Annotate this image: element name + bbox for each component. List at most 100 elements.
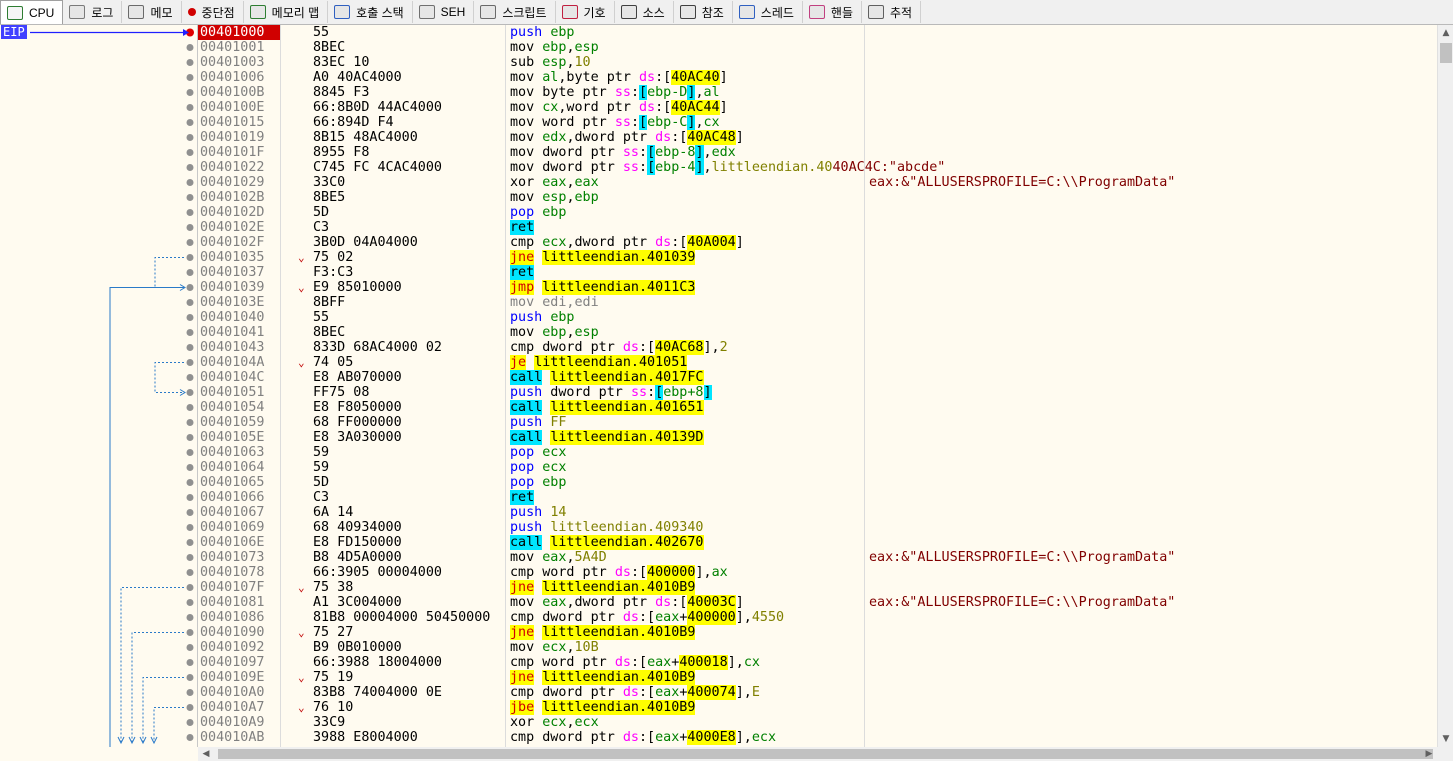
disasm-row[interactable]: 00401029 33C0 xor eax,eax eax:&"ALLUSERSPRO… xyxy=(198,175,1437,190)
bytes-cell: 75 38 xyxy=(313,580,354,595)
disasm-row[interactable]: 00401051 FF75 08 push dword ptr ss:[ebp+8] xyxy=(198,385,1437,400)
row-bullet xyxy=(186,404,194,411)
row-bullet xyxy=(186,599,194,606)
instruction-token: jne xyxy=(510,580,535,595)
instruction-cell: pop ecx xyxy=(510,460,862,475)
disasm-row[interactable]: 00401043 833D 68AC4000 02 cmp dword ptr ds… xyxy=(198,340,1437,355)
tab-threads[interactable]: 스레드 xyxy=(733,1,803,23)
disasm-row[interactable]: 00401037 F3:C3 ret xyxy=(198,265,1437,280)
disasm-row[interactable]: 00401066 C3 ret xyxy=(198,490,1437,505)
disasm-row[interactable]: 0040109E ⌄ 75 19 jne littleendian.4010B9 xyxy=(198,670,1437,685)
disasm-row[interactable]: 00401090 ⌄ 75 27 jne littleendian.4010B9 xyxy=(198,625,1437,640)
instruction-token: :[ xyxy=(655,100,672,115)
row-bullet xyxy=(186,509,194,516)
instruction-cell: mov word ptr ss:[ebp-C],cx xyxy=(510,115,862,130)
vertical-scrollbar[interactable]: ▲ ▼ xyxy=(1437,25,1453,747)
disasm-row[interactable]: 004010A9 33C9 xor ecx,ecx xyxy=(198,715,1437,730)
disassembly-view[interactable]: 00401000 55 push ebp 00401001 8BEC mov ebp,es… xyxy=(198,25,1437,747)
instruction-cell: call littleendian.401651 xyxy=(510,400,862,415)
address-cell: 0040102D xyxy=(200,205,265,220)
disasm-row[interactable]: 0040102B 8BE5 mov esp,ebp xyxy=(198,190,1437,205)
disasm-row[interactable]: 0040102E C3 ret xyxy=(198,220,1437,235)
tab-trace[interactable]: 추적 xyxy=(862,1,922,23)
address-cell: 0040105E xyxy=(200,430,265,445)
disasm-row[interactable]: 0040104C E8 AB070000 call littleendian.401… xyxy=(198,370,1437,385)
disasm-row[interactable]: 004010A7 ⌄ 76 10 jbe littleendian.4010B9 xyxy=(198,700,1437,715)
instruction-token: ], xyxy=(735,685,752,700)
disasm-row[interactable]: 0040100B 8845 F3 mov byte ptr ss:[ebp-D],a… xyxy=(198,85,1437,100)
disasm-row[interactable]: 0040101F 8955 F8 mov dword ptr ss:[ebp-8],… xyxy=(198,145,1437,160)
disasm-row[interactable]: 00401073 B8 4D5A0000 mov eax,5A4D eax:&"ALL… xyxy=(198,550,1437,565)
tab-cpu[interactable]: CPU xyxy=(0,0,64,24)
tab-seh[interactable]: SEH xyxy=(413,1,475,23)
disasm-row[interactable]: 0040107F ⌄ 75 38 jne littleendian.4010B9 xyxy=(198,580,1437,595)
tab-memo[interactable]: 메모 xyxy=(122,1,182,23)
disasm-row[interactable]: 00401069 68 40934000 push littleendian.409… xyxy=(198,520,1437,535)
instruction-token: byte ptr xyxy=(534,85,615,100)
disasm-row[interactable]: 00401078 66:3905 00004000 cmp word ptr ds:… xyxy=(198,565,1437,580)
eip-label: EIP xyxy=(1,25,27,39)
disasm-row[interactable]: 00401006 A0 40AC4000 mov al,byte ptr ds:[4… xyxy=(198,70,1437,85)
disasm-row[interactable]: 00401003 83EC 10 sub esp,10 xyxy=(198,55,1437,70)
tab-source[interactable]: 소스 xyxy=(615,1,674,23)
disasm-row[interactable]: 0040103E 8BFF mov edi,edi xyxy=(198,295,1437,310)
instruction-token: dword ptr xyxy=(534,685,623,700)
instruction-cell: mov ecx,10B xyxy=(510,640,862,655)
disasm-row[interactable]: 00401019 8B15 48AC4000 mov edx,dword ptr d… xyxy=(198,130,1437,145)
disasm-row[interactable]: 0040105E E8 3A030000 call littleendian.401… xyxy=(198,430,1437,445)
tab-label: 메모 xyxy=(150,5,173,20)
disasm-row[interactable]: 0040100E 66:8B0D 44AC4000 mov cx,word ptr … xyxy=(198,100,1437,115)
disasm-row[interactable]: 0040102D 5D pop ebp xyxy=(198,205,1437,220)
address-cell: 00401064 xyxy=(200,460,265,475)
instruction-token: FF xyxy=(550,415,567,430)
tab-callstack[interactable]: 호출 스택 xyxy=(328,1,413,23)
tab-refs[interactable]: 참조 xyxy=(674,1,733,23)
disasm-row[interactable]: 00401065 5D pop ebp xyxy=(198,475,1437,490)
disasm-row[interactable]: 004010A0 83B8 74004000 0E cmp dword ptr ds… xyxy=(198,685,1437,700)
tab-bp[interactable]: 중단점 xyxy=(182,1,244,23)
disasm-row[interactable]: 00401064 59 pop ecx xyxy=(198,460,1437,475)
bytes-cell: 68 40934000 xyxy=(313,520,402,535)
disasm-row[interactable]: 00401063 59 pop ecx xyxy=(198,445,1437,460)
disasm-row[interactable]: 00401086 81B8 00004000 50450000 cmp dword … xyxy=(198,610,1437,625)
disasm-row[interactable]: 00401001 8BEC mov ebp,esp xyxy=(198,40,1437,55)
scroll-down-icon[interactable]: ▼ xyxy=(1438,731,1453,747)
disasm-row[interactable]: 00401059 68 FF000000 push FF xyxy=(198,415,1437,430)
tab-script[interactable]: 스크립트 xyxy=(474,1,556,23)
horizontal-scrollbar[interactable]: ◀ ▶ xyxy=(198,747,1453,761)
disasm-row[interactable]: 00401040 55 push ebp xyxy=(198,310,1437,325)
disasm-row[interactable]: 00401022 C745 FC 4CAC4000 mov dword ptr ss… xyxy=(198,160,1437,175)
instruction-token: : xyxy=(639,160,648,175)
instruction-token: : xyxy=(630,115,639,130)
address-cell: 004010AB xyxy=(200,730,265,745)
disasm-row[interactable]: 00401015 66:894D F4 mov word ptr ss:[ebp-C… xyxy=(198,115,1437,130)
disasm-row[interactable]: 0040102F 3B0D 04A04000 cmp ecx,dword ptr d… xyxy=(198,235,1437,250)
tab-symbols[interactable]: 기호 xyxy=(556,1,615,23)
disasm-row[interactable]: 004010AB 3988 E8004000 cmp dword ptr ds:[e… xyxy=(198,730,1437,745)
disasm-row[interactable]: 00401092 B9 0B010000 mov ecx,10B xyxy=(198,640,1437,655)
disasm-row[interactable]: 00401067 6A 14 push 14 xyxy=(198,505,1437,520)
scroll-left-icon[interactable]: ◀ xyxy=(198,746,214,761)
instruction-token: littleendian.401651 xyxy=(550,400,704,415)
tab-memmap[interactable]: 메모리 맵 xyxy=(244,1,329,23)
disasm-row[interactable]: 00401097 66:3988 18004000 cmp word ptr ds:… xyxy=(198,655,1437,670)
tab-log[interactable]: 로그 xyxy=(63,1,123,23)
disasm-row[interactable]: 00401081 A1 3C004000 mov eax,dword ptr ds:… xyxy=(198,595,1437,610)
disasm-row[interactable]: 00401035 ⌄ 75 02 jne littleendian.401039 xyxy=(198,250,1437,265)
disasm-row[interactable]: 00401000 55 push ebp xyxy=(198,25,1437,40)
address-cell: 0040101F xyxy=(200,145,265,160)
scroll-right-icon[interactable]: ▶ xyxy=(1421,746,1437,761)
instruction-token: littleendian.409340 xyxy=(550,520,704,535)
disasm-row[interactable]: 00401039 ⌄ E9 85010000 jmp littleendian.401… xyxy=(198,280,1437,295)
disasm-row[interactable]: 0040104A ⌄ 74 05 je littleendian.401051 xyxy=(198,355,1437,370)
disasm-row[interactable]: 0040106E E8 FD150000 call littleendian.402… xyxy=(198,535,1437,550)
instruction-token: , xyxy=(566,640,575,655)
instruction-token: cmp xyxy=(510,235,535,250)
instruction-token: eax xyxy=(655,730,680,745)
vertical-scroll-thumb[interactable] xyxy=(1440,43,1452,63)
disasm-row[interactable]: 00401054 E8 F8050000 call littleendian.401… xyxy=(198,400,1437,415)
scroll-up-icon[interactable]: ▲ xyxy=(1438,25,1453,41)
horizontal-scroll-thumb[interactable] xyxy=(218,749,1433,759)
tab-handles[interactable]: 핸들 xyxy=(803,1,863,23)
disasm-row[interactable]: 00401041 8BEC mov ebp,esp xyxy=(198,325,1437,340)
